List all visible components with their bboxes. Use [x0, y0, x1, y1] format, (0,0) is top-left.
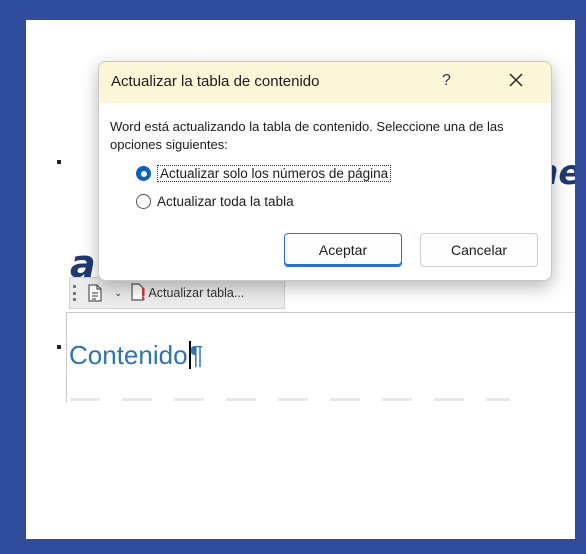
update-table-label: Actualizar tabla... [148, 286, 245, 300]
paragraph-mark [57, 345, 61, 349]
toc-document-icon[interactable] [87, 284, 103, 302]
option-label: Actualizar solo los números de página [157, 165, 392, 182]
toc-title-text: Contenido [69, 340, 188, 370]
content-control-toolbar: ⌄ Actualizar tabla... [69, 277, 285, 309]
help-button[interactable]: ? [442, 72, 451, 90]
grip-icon[interactable] [73, 285, 79, 301]
content-control-border-left [66, 312, 67, 402]
update-toc-dialog: Actualizar la tabla de contenido ? Word … [98, 61, 552, 281]
cancel-button[interactable]: Cancelar [420, 233, 538, 267]
chevron-down-icon[interactable]: ⌄ [114, 288, 122, 299]
toc-title[interactable]: Contenido¶ [69, 340, 204, 371]
paragraph-mark [57, 160, 61, 164]
option-update-page-numbers[interactable]: Actualizar solo los números de página [136, 165, 392, 182]
dialog-title: Actualizar la tabla de contenido [111, 73, 320, 90]
ok-button[interactable]: Aceptar [284, 233, 402, 267]
pilcrow-mark: ¶ [189, 340, 204, 370]
toc-entries-faint [70, 398, 510, 401]
option-update-entire-table[interactable]: Actualizar toda la tabla [136, 194, 294, 209]
content-control-border [66, 312, 575, 313]
update-table-button[interactable]: Actualizar tabla... [130, 282, 245, 304]
dialog-message: Word está actualizando la tabla de conte… [110, 119, 504, 152]
dialog-titlebar[interactable]: Actualizar la tabla de contenido ? [99, 62, 551, 103]
option-label: Actualizar toda la tabla [157, 194, 294, 209]
update-table-icon [130, 282, 146, 304]
document-page: me accesibles¶ ⌄ Actualizar tab [26, 20, 575, 539]
radio-unselected-icon[interactable] [136, 194, 151, 209]
radio-selected-icon[interactable] [136, 166, 151, 181]
close-icon[interactable] [505, 69, 527, 91]
